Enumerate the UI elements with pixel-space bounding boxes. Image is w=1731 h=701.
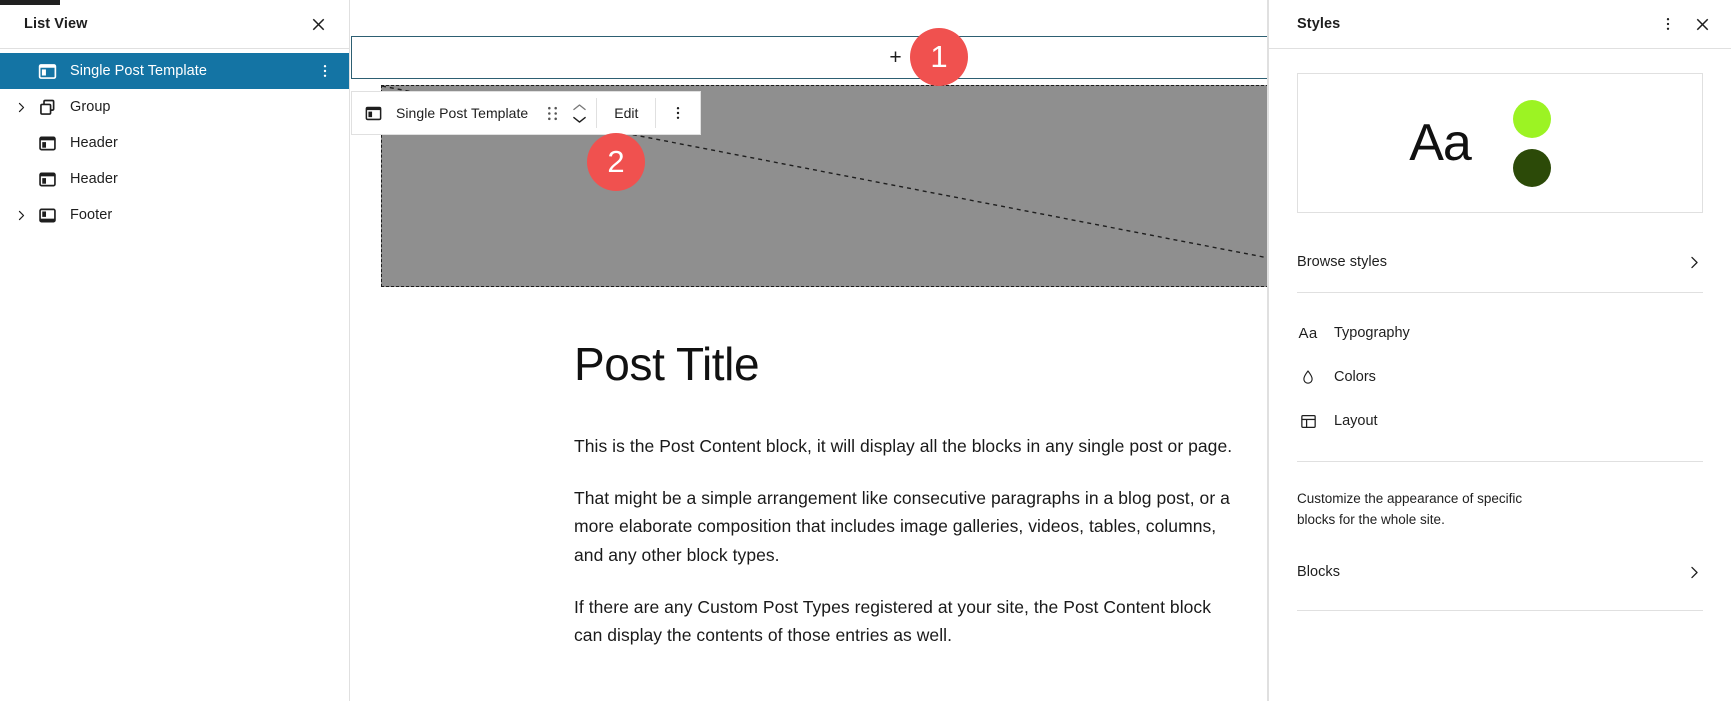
chevron-up-icon[interactable] [572, 103, 587, 112]
style-preview-sample-text: Aa [1409, 114, 1472, 172]
sidebar-item-single-post-template[interactable]: Single Post Template [0, 53, 349, 89]
block-type-button[interactable] [352, 92, 394, 134]
list-view-close-button[interactable] [301, 7, 335, 41]
browse-styles-link[interactable]: Browse styles [1297, 238, 1703, 286]
blocks-link-label: Blocks [1297, 564, 1341, 581]
styles-divider [1297, 610, 1703, 612]
styles-menu-label: Typography [1334, 325, 1410, 341]
expand-toggle-group[interactable] [8, 101, 34, 114]
styles-more-button[interactable] [1651, 7, 1685, 41]
sidebar-item-group[interactable]: Group [0, 89, 349, 125]
more-vertical-icon [323, 65, 327, 77]
color-swatch-secondary [1512, 148, 1551, 187]
block-toolbar-block-name: Single Post Template [396, 105, 529, 121]
typography-icon: Aa [1298, 324, 1318, 342]
block-toolbar: Single Post Template Edit [351, 91, 702, 135]
post-paragraph-3: If there are any Custom Post Types regis… [574, 597, 1212, 646]
list-view-title: List View [24, 16, 88, 32]
sidebar-item-label: Header [70, 171, 118, 187]
chevron-right-icon [1691, 256, 1698, 268]
sidebar-item-header-1[interactable]: Header [0, 125, 349, 161]
post-paragraph-2: That might be a simple arrangement like … [574, 488, 1230, 565]
styles-blocks-description: Customize the appearance of specific blo… [1297, 491, 1523, 528]
post-paragraph-1: This is the Post Content block, it will … [574, 435, 1233, 456]
chevron-right-icon [1691, 566, 1698, 578]
block-movers[interactable] [566, 92, 596, 134]
header-icon [34, 166, 60, 192]
color-swatch-primary [1512, 99, 1551, 138]
group-icon [34, 94, 60, 120]
chevron-down-icon[interactable] [572, 115, 587, 124]
list-view-header: List View [0, 0, 349, 49]
styles-divider [1297, 292, 1703, 293]
close-icon [312, 18, 324, 30]
droplet-icon [1297, 368, 1319, 386]
template-icon [365, 106, 381, 120]
browse-styles-label: Browse styles [1297, 254, 1388, 270]
styles-panel-body: Aa Browse styles Aa Typography Colors La… [1269, 49, 1731, 612]
sidebar-item-label: Group [70, 99, 111, 115]
blocks-link[interactable]: Blocks [1297, 548, 1703, 596]
editor-canvas: + Single Post Template Edit Post Title T… [350, 0, 1268, 701]
styles-menu-item-layout[interactable]: Layout [1297, 399, 1703, 443]
styles-close-button[interactable] [1685, 7, 1719, 41]
styles-menu-label: Layout [1334, 413, 1378, 429]
styles-panel-title: Styles [1297, 16, 1341, 32]
drag-handle-icon [547, 106, 557, 120]
sidebar-item-label: Single Post Template [70, 63, 207, 79]
footer-icon [34, 202, 60, 228]
block-toolbar-main: Single Post Template [352, 92, 596, 134]
style-preview-card[interactable]: Aa [1297, 73, 1703, 213]
sidebar-item-label: Header [70, 135, 118, 151]
close-icon [1696, 18, 1708, 30]
template-icon [34, 58, 60, 84]
list-view-tree: Single Post Template Group Header Header… [0, 49, 349, 233]
more-vertical-icon [1666, 18, 1670, 30]
block-appender[interactable]: + [351, 36, 1267, 79]
styles-panel-header: Styles [1269, 0, 1731, 49]
styles-menu-label: Colors [1334, 369, 1376, 385]
block-drag-handle[interactable] [538, 92, 566, 134]
sidebar-item-label: Footer [70, 207, 113, 223]
header-icon [34, 130, 60, 156]
more-vertical-icon [677, 107, 680, 119]
sidebar-item-header-2[interactable]: Header [0, 161, 349, 197]
styles-divider [1297, 461, 1703, 462]
app-root: List View Single Post Template Group Hea… [0, 0, 1731, 701]
edit-button[interactable]: Edit [597, 92, 655, 134]
browser-tab-stub [0, 0, 60, 5]
post-title: Post Title [574, 338, 760, 390]
styles-panel: Styles Aa Browse styles Aa Typography Co… [1268, 0, 1731, 701]
style-preview-swatches [1512, 99, 1551, 187]
styles-menu-item-typography[interactable]: Aa Typography [1297, 311, 1703, 355]
post-content-block[interactable]: Post Title This is the Post Content bloc… [574, 338, 1234, 674]
styles-menu-item-colors[interactable]: Colors [1297, 355, 1703, 399]
chevron-right-icon [18, 210, 24, 220]
plus-icon: + [889, 46, 902, 69]
styles-menu: Aa Typography Colors Layout [1297, 311, 1703, 443]
list-item-options-button[interactable] [309, 55, 341, 87]
layout-icon [1297, 412, 1319, 431]
block-options-button[interactable] [656, 92, 700, 134]
chevron-right-icon [18, 102, 24, 112]
list-view-panel: List View Single Post Template Group Hea… [0, 0, 350, 701]
expand-toggle-footer[interactable] [8, 209, 34, 222]
sidebar-item-footer[interactable]: Footer [0, 197, 349, 233]
